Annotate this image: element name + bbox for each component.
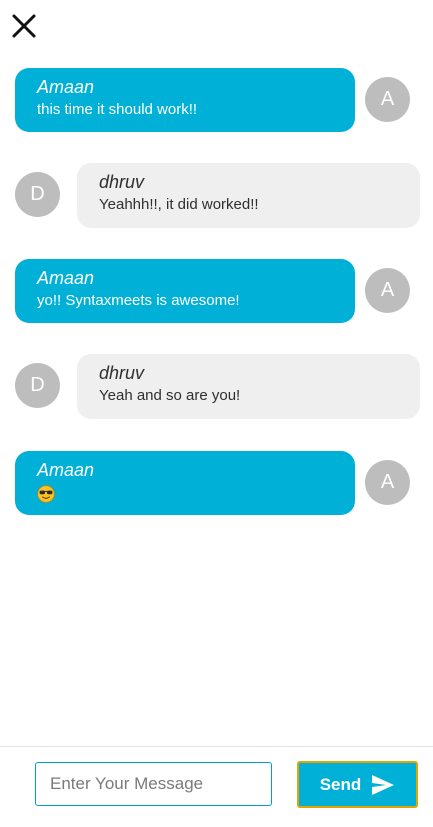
- message-list: Amaan this time it should work!! A D dhr…: [0, 0, 433, 746]
- message-bubble-outgoing: Amaan yo!! Syntaxmeets is awesome!: [15, 259, 355, 323]
- message-bubble-incoming: dhruv Yeahhh!!, it did worked!!: [77, 163, 420, 228]
- avatar: D: [15, 363, 60, 408]
- message-text: this time it should work!!: [37, 101, 198, 118]
- send-icon: [372, 774, 395, 795]
- message-sender: Amaan: [37, 268, 95, 288]
- send-button[interactable]: Send: [297, 761, 418, 808]
- avatar: A: [365, 268, 410, 313]
- avatar: D: [15, 172, 60, 217]
- message-text: Yeahhh!!, it did worked!!: [99, 196, 259, 213]
- avatar: A: [365, 460, 410, 505]
- message-sender: dhruv: [99, 363, 145, 383]
- message-input[interactable]: [35, 762, 272, 806]
- message-text: Yeah and so are you!: [99, 387, 241, 404]
- message-bubble-outgoing: Amaan: [15, 451, 355, 515]
- sunglasses-emoji-icon: [37, 485, 55, 503]
- message-bubble-incoming: dhruv Yeah and so are you!: [77, 354, 420, 419]
- send-button-label: Send: [319, 774, 362, 794]
- message-sender: Amaan: [37, 460, 95, 480]
- message-sender: Amaan: [37, 77, 95, 97]
- avatar: A: [365, 77, 410, 122]
- message-sender: dhruv: [99, 172, 145, 192]
- message-text: yo!! Syntaxmeets is awesome!: [37, 292, 240, 309]
- message-composer: Send: [0, 746, 433, 827]
- message-bubble-outgoing: Amaan this time it should work!!: [15, 68, 355, 132]
